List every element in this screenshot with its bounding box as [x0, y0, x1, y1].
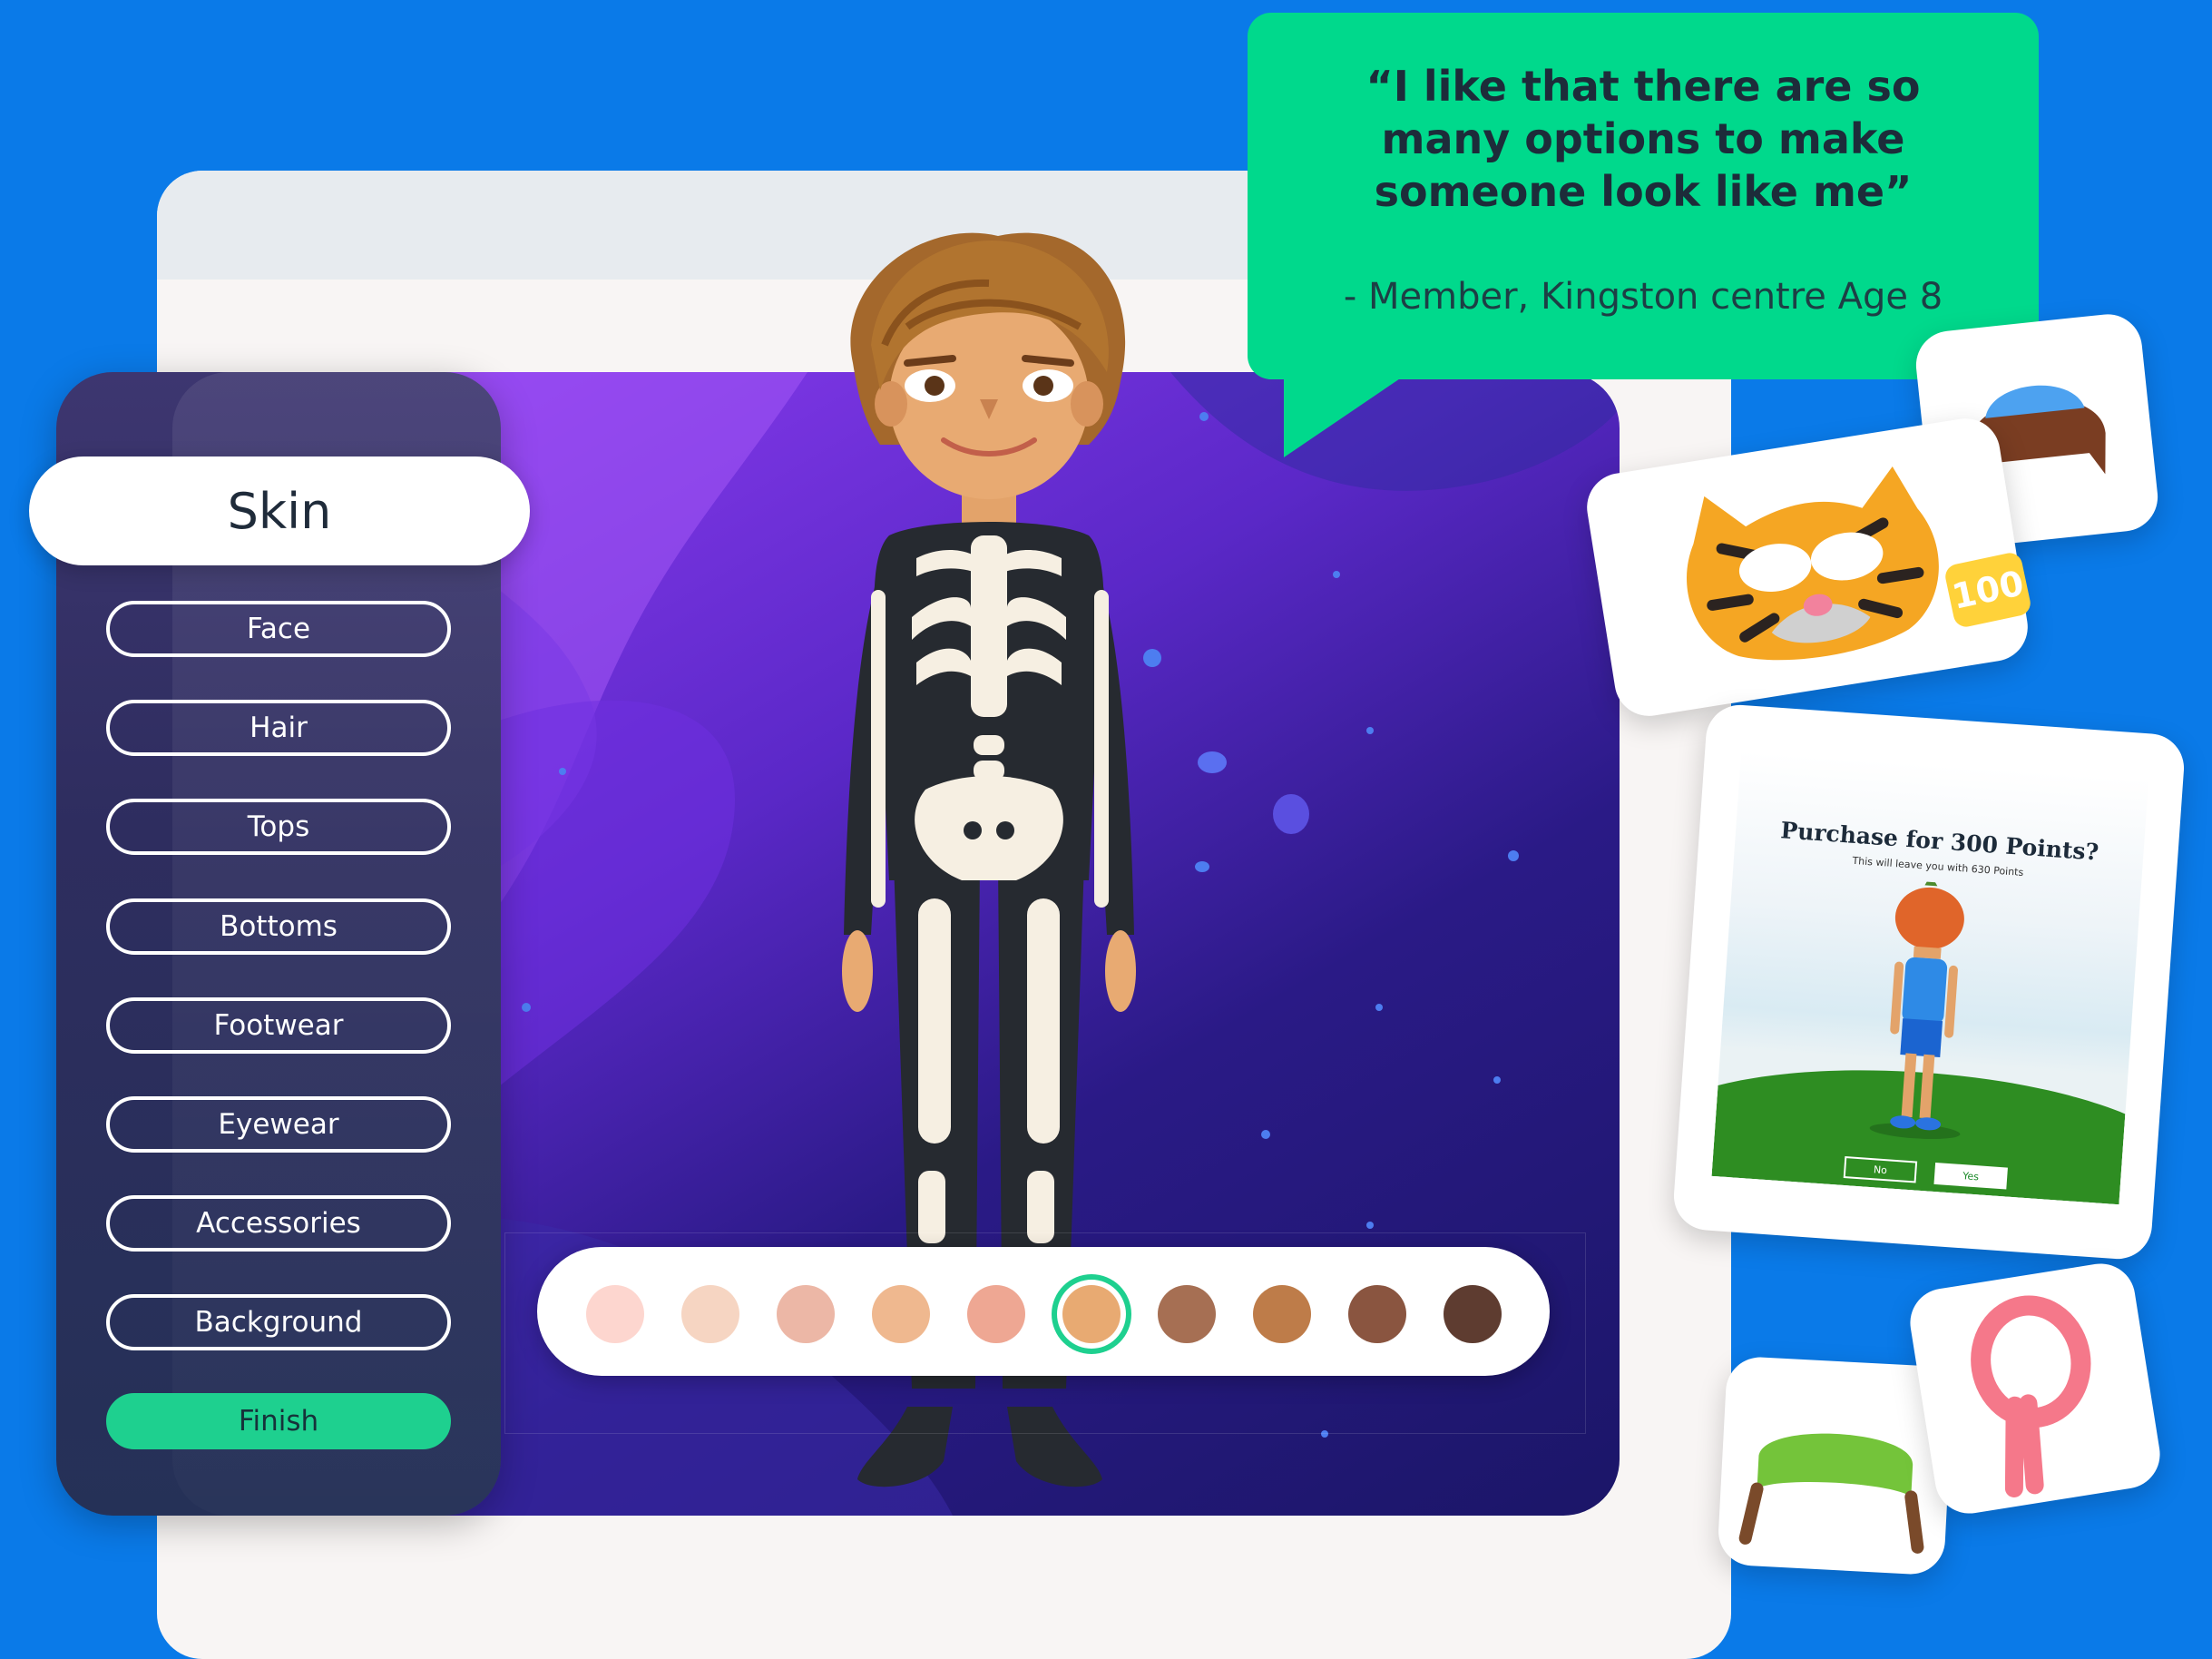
skin-swatch[interactable] [1444, 1285, 1502, 1343]
skin-swatch[interactable] [872, 1285, 930, 1343]
menu-eyewear-button[interactable]: Eyewear [106, 1096, 451, 1153]
finish-button[interactable]: Finish [106, 1393, 451, 1449]
menu-accessories-button[interactable]: Accessories [106, 1195, 451, 1252]
item-card-headband[interactable] [1717, 1355, 1954, 1576]
bubble-tail [1284, 371, 1411, 457]
category-skin-selected[interactable]: Skin [29, 456, 530, 565]
item-card-scarf[interactable] [1904, 1258, 2166, 1519]
skin-swatch[interactable] [1253, 1285, 1311, 1343]
skin-swatch[interactable] [1158, 1285, 1216, 1343]
menu-footwear-button[interactable]: Footwear [106, 997, 451, 1054]
testimonial-attribution: - Member, Kingston centre Age 8 [1343, 276, 1943, 318]
green-headband-icon [1738, 1433, 1924, 1554]
testimonial-quote: “I like that there are so many options t… [1365, 62, 1921, 216]
skin-swatch[interactable] [967, 1285, 1025, 1343]
purchase-preview-card: Purchase for 300 Points? This will leave… [1671, 702, 2187, 1261]
skin-swatch[interactable] [681, 1285, 739, 1343]
menu-background-button[interactable]: Background [106, 1294, 451, 1350]
testimonial-bubble: “I like that there are so many options t… [1248, 13, 2039, 457]
menu-hair-button[interactable]: Hair [106, 700, 451, 756]
menu-face-button[interactable]: Face [106, 601, 451, 657]
skin-swatch[interactable] [586, 1285, 644, 1343]
purchase-dialog: Purchase for 300 Points? This will leave… [1711, 750, 2149, 1205]
menu-bottoms-button[interactable]: Bottoms [106, 898, 451, 955]
pumpkin-avatar-preview [1711, 874, 2126, 1205]
menu-tops-button[interactable]: Tops [106, 799, 451, 855]
skin-swatch[interactable] [1062, 1285, 1121, 1343]
category-skin-label: Skin [227, 482, 332, 540]
pink-scarf-icon [1971, 1295, 2091, 1497]
skin-swatch[interactable] [777, 1285, 835, 1343]
skin-swatch[interactable] [1348, 1285, 1406, 1343]
